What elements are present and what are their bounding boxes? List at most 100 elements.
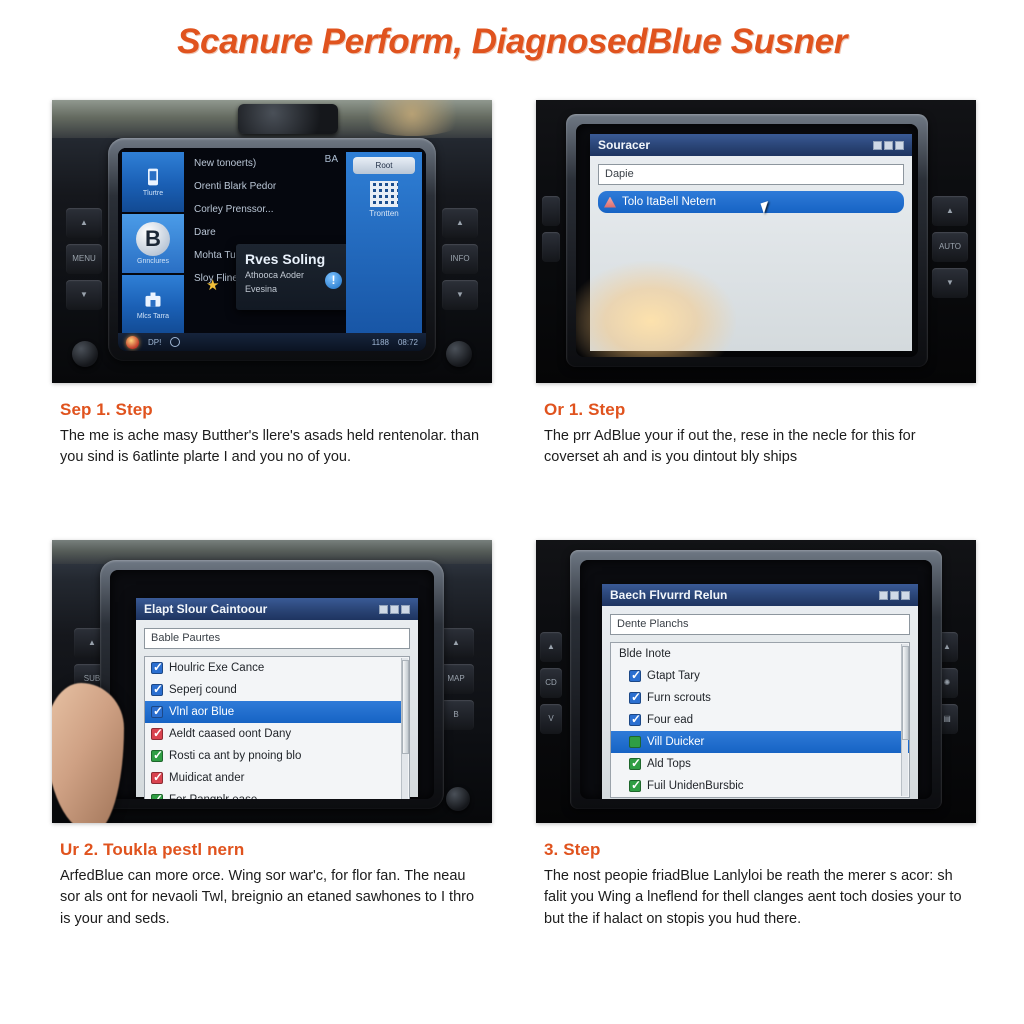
scrollbar[interactable] xyxy=(901,644,909,796)
panel-2-heading: Or 1. Step xyxy=(544,400,626,419)
list-item[interactable]: Houlric Exe Cance xyxy=(145,657,409,679)
list-item-label: Gtapt Tary xyxy=(647,670,700,682)
nav-tile-brand[interactable]: B Gnnclures xyxy=(122,213,184,274)
checkbox-icon[interactable] xyxy=(151,704,163,718)
checkbox-icon[interactable] xyxy=(151,682,163,696)
left-knob[interactable] xyxy=(72,341,98,367)
list-item[interactable]: For Pangplr ease xyxy=(145,789,409,799)
dialog-window: Elapt Slour Caintoour Bable Paurtes ✓ Ho… xyxy=(136,598,418,799)
dialog-titlebar: Elapt Slour Caintoour xyxy=(136,598,418,620)
hardkey-info-right[interactable]: INFO xyxy=(442,244,478,274)
hardkey-down-right[interactable]: ▼ xyxy=(442,280,478,310)
close-icon[interactable] xyxy=(901,590,910,600)
list-item[interactable]: Tolo ItaBell Netern xyxy=(598,191,904,213)
hardkey-auto[interactable]: AUTO xyxy=(932,232,968,262)
right-hardkeys[interactable]: ▲ INFO ▼ xyxy=(442,208,478,316)
list-item[interactable]: Ald Tops xyxy=(611,753,909,775)
list-item-label: Vill Duicker xyxy=(647,736,705,748)
nav-tile-phone[interactable]: Tlurtre xyxy=(122,152,184,212)
nav-list-item[interactable]: Dare xyxy=(188,221,344,244)
left-hardkeys[interactable]: ▲ MENU ▼ xyxy=(66,208,102,316)
nav-menu-screen: Tlurtre B Gnnclures Mlcs Tarra New tonoe… xyxy=(118,148,426,351)
scrollbar-thumb[interactable] xyxy=(402,660,409,755)
list-item[interactable]: Muidicat ander xyxy=(145,767,409,789)
checkbox-icon[interactable] xyxy=(629,756,641,770)
list-item-selected[interactable]: Vlnl aor Blue xyxy=(145,701,409,723)
hardkey-up-right[interactable]: ▲ xyxy=(932,196,968,226)
user-hand xyxy=(52,683,124,823)
checkbox-icon[interactable] xyxy=(629,736,641,748)
status-value: 1188 xyxy=(371,337,389,347)
panel-2-caption: Or 1. Step The prr AdBlue your if out th… xyxy=(544,400,972,469)
options-listbox[interactable]: Houlric Exe Cance Seperj cound Vlnl aor … xyxy=(144,656,410,799)
right-knob[interactable] xyxy=(446,341,472,367)
panel-2-photo: ▲ AUTO ▼ Souracer Dapie Tolo ItaBell Net… xyxy=(536,100,976,383)
screen-bezel: Souracer Dapie Tolo ItaBell Netern xyxy=(566,114,928,367)
list-item[interactable]: Aeldt caased oont Dany xyxy=(145,723,409,745)
list-item-label: For Pangplr ease xyxy=(169,794,257,799)
checkbox-icon[interactable] xyxy=(629,668,641,682)
list-item-label: Aeldt caased oont Dany xyxy=(169,728,292,740)
hardkey-cd[interactable]: CD xyxy=(540,668,562,698)
hardkey-a[interactable] xyxy=(542,196,560,226)
panel-3: ▲ SUB ALT ▲ MAP B Elapt Slour Caintoour xyxy=(52,540,492,927)
checkbox-icon[interactable] xyxy=(151,748,163,762)
nav-list-item[interactable]: Corley Prenssor... xyxy=(188,198,344,221)
nav-popup[interactable]: Rves Soling Athooca Aoder Evesina ! xyxy=(236,244,352,310)
list-item[interactable]: Seperj cound xyxy=(145,679,409,701)
search-input[interactable]: Dapie xyxy=(598,164,904,185)
hardkey-v[interactable]: V xyxy=(540,704,562,734)
maximize-icon[interactable] xyxy=(390,604,399,614)
nav-left-tiles[interactable]: Tlurtre B Gnnclures Mlcs Tarra xyxy=(122,152,184,336)
checkbox-icon[interactable] xyxy=(629,690,641,704)
list-item[interactable]: Four ead xyxy=(611,709,909,731)
scrollbar[interactable] xyxy=(401,658,409,799)
checkbox-icon[interactable] xyxy=(629,712,641,726)
right-hardkeys[interactable]: ▲ AUTO ▼ xyxy=(932,196,968,304)
checkbox-icon[interactable] xyxy=(629,778,641,792)
checkbox-icon[interactable] xyxy=(151,660,163,674)
nav-list[interactable]: New tonoerts) Orenti Blark Pedor Corley … xyxy=(188,152,352,333)
window-controls[interactable] xyxy=(379,604,410,614)
hardkey-up-right[interactable]: ▲ xyxy=(442,208,478,238)
scrollbar-thumb[interactable] xyxy=(902,646,909,741)
page-title: Scanure Perform, DiagnosedBlue Susner xyxy=(177,22,847,61)
close-icon[interactable] xyxy=(895,140,904,150)
bag-icon xyxy=(145,292,161,307)
panel-4-caption: 3. Step The nost peopie friadBlue Lanlyl… xyxy=(544,840,972,930)
maximize-icon[interactable] xyxy=(884,140,893,150)
minimize-icon[interactable] xyxy=(879,590,888,600)
list-item[interactable]: Fuil UnidenBursbic xyxy=(611,775,909,797)
hardkey-b[interactable] xyxy=(542,232,560,262)
maximize-icon[interactable] xyxy=(890,590,899,600)
right-knob[interactable] xyxy=(446,787,470,811)
list-item[interactable]: Gtapt Tary xyxy=(611,665,909,687)
window-controls[interactable] xyxy=(879,590,910,600)
minimize-icon[interactable] xyxy=(873,140,882,150)
nav-list-item[interactable]: Orenti Blark Pedor xyxy=(188,175,344,198)
window-controls[interactable] xyxy=(873,140,904,150)
minimize-icon[interactable] xyxy=(379,604,388,614)
options-listbox[interactable]: Blde Inote Gtapt Tary Furn scrouts xyxy=(610,642,910,798)
hardkey-menu[interactable]: MENU xyxy=(66,244,102,274)
hardkey-down-right[interactable]: ▼ xyxy=(932,268,968,298)
search-input[interactable]: Bable Paurtes xyxy=(144,628,410,649)
hardkey-down[interactable]: ▼ xyxy=(66,280,102,310)
checkbox-icon[interactable] xyxy=(151,770,163,784)
checkbox-icon[interactable] xyxy=(151,726,163,740)
list-item[interactable]: Rosti ca ant by pnoing blo xyxy=(145,745,409,767)
list-item-selected[interactable]: Vill Duicker xyxy=(611,731,909,753)
hardkey-eject[interactable]: ▲ xyxy=(540,632,562,662)
list-item[interactable]: Furn scrouts xyxy=(611,687,909,709)
b-logo-icon: B xyxy=(136,222,170,257)
panel-4: ▲ CD V ▲ ✺ ▤ Baech Flvurrd Relun Dente P… xyxy=(536,540,976,927)
nav-tile-media[interactable]: Mlcs Tarra xyxy=(122,275,184,336)
list-group-header-label: Blde Inote xyxy=(619,648,671,660)
close-icon[interactable] xyxy=(401,604,410,614)
hardkey-up[interactable]: ▲ xyxy=(66,208,102,238)
checkbox-icon[interactable] xyxy=(151,792,163,799)
search-input[interactable]: Dente Planchs xyxy=(610,614,910,635)
nav-right-pill[interactable]: Root xyxy=(353,157,415,174)
nav-right-panel[interactable]: Root Trontten xyxy=(346,152,422,333)
nav-list-item[interactable]: New tonoerts) xyxy=(188,152,344,175)
